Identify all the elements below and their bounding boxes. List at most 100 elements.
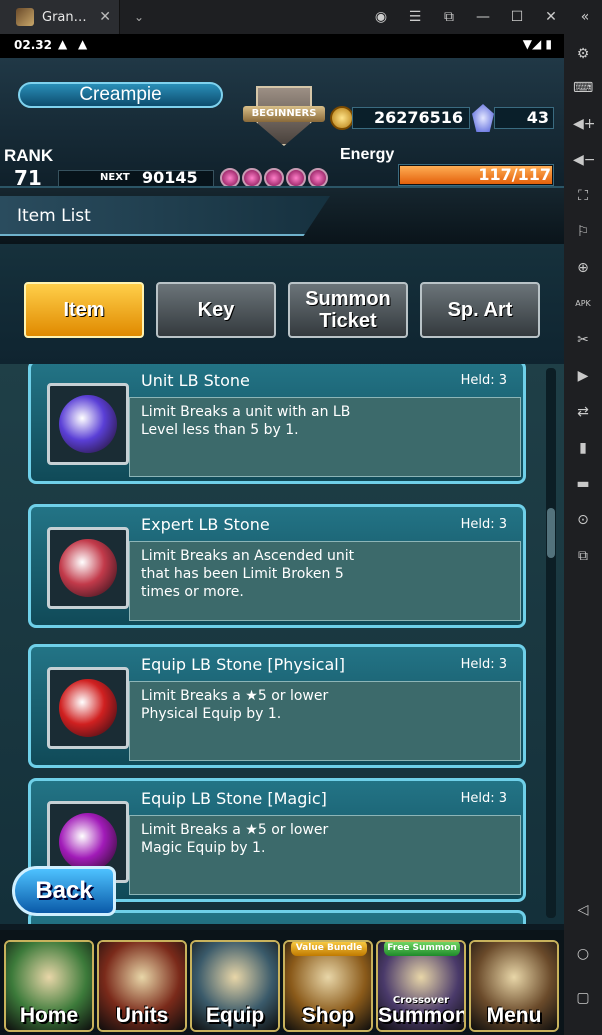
item-list-header: Item List	[0, 186, 564, 244]
tab-item-label: Item	[63, 299, 105, 321]
emulator-sidebar: ⚙ ⌨ ◀+ ◀− ⛶ ⚐ ⊕ APK ✂ ▶ ⇄ ▮ ▬ ⊙ ⧉ ◁ ○ ▢	[564, 34, 602, 1035]
tab-key[interactable]: Key	[156, 282, 276, 338]
nav-equip-button[interactable]: Equip	[190, 940, 280, 1032]
apk-icon[interactable]: APK	[573, 294, 593, 314]
orb-icon	[286, 168, 306, 188]
nav-units-button[interactable]: Units	[97, 940, 187, 1032]
signal-battery-icon: ▼◢ ▮	[522, 37, 552, 51]
maximize-icon[interactable]: ☐	[500, 9, 534, 25]
orb-icon	[242, 168, 262, 188]
tab-summon-ticket[interactable]: Summon Ticket	[288, 282, 408, 338]
item-held-count: Held: 3	[460, 373, 507, 388]
volume-down-icon[interactable]: ◀−	[573, 150, 596, 170]
keyboard-icon[interactable]: ⌨	[573, 78, 593, 98]
scrollbar[interactable]	[546, 368, 556, 918]
item-name: Expert LB Stone	[141, 515, 270, 534]
item-card[interactable]: Equip LB Stone [Physical] Held: 3 Limit …	[28, 644, 526, 768]
item-description: Limit Breaks an Ascended unit that has b…	[141, 548, 355, 600]
rank-label: RANK	[4, 146, 54, 165]
player-header: Creampie BEGINNERS 26276516 43 RANK 71 N…	[0, 58, 564, 198]
orb-icon	[264, 168, 284, 188]
item-card[interactable]: Unit LB Stone Held: 3 Limit Breaks a uni…	[28, 364, 526, 484]
tab-key-label: Key	[197, 299, 235, 321]
item-description: Limit Breaks a unit with an LB Level les…	[141, 404, 351, 438]
collapse-sidebar-icon[interactable]: «	[568, 9, 602, 25]
item-list[interactable]: Unit LB Stone Held: 3 Limit Breaks a uni…	[0, 364, 564, 924]
nav-menu-button[interactable]: Menu	[469, 940, 559, 1032]
location-icon[interactable]: ⚐	[573, 222, 593, 242]
next-exp-value: 90145	[142, 168, 198, 187]
item-name: Equip LB Stone [Physical]	[141, 655, 345, 674]
item-name: Equip LB Stone [Defense]	[141, 921, 346, 924]
sync-icon[interactable]: ⇄	[573, 402, 593, 422]
close-icon[interactable]: ✕	[534, 9, 568, 25]
nav-shop-button[interactable]: Value Bundle Shop	[283, 940, 373, 1032]
tab-sp-art-label: Sp. Art	[447, 299, 513, 321]
scrollbar-thumb[interactable]	[547, 508, 555, 558]
settings-icon[interactable]: ⚙	[573, 44, 593, 64]
add-window-icon[interactable]: ⊕	[573, 258, 593, 278]
nav-home-button[interactable]: Home	[4, 940, 94, 1032]
nav-tag: Free Summon	[384, 942, 460, 956]
status-time: 02.32	[14, 38, 52, 52]
nav-tag: Value Bundle	[291, 942, 367, 956]
warning-icon: ▲	[58, 37, 68, 51]
player-name: Creampie	[18, 82, 223, 108]
tab-item[interactable]: Item	[24, 282, 144, 338]
window-controls: ◉ ☰ ⧉ — ☐ ✕ «	[364, 0, 602, 34]
bottom-navigation: Home Units Equip Value Bundle Shop Free …	[0, 930, 564, 1035]
recents-nav-icon[interactable]: ▢	[573, 988, 593, 1008]
badge-text: BEGINNERS	[243, 106, 325, 122]
gem-icon	[472, 104, 494, 132]
gem-amount: 43	[494, 107, 554, 129]
tab-close-icon[interactable]: ✕	[99, 9, 111, 25]
unit-lb-stone-icon	[47, 383, 129, 465]
equip-lb-stone-physical-icon	[47, 667, 129, 749]
nav-label: Shop	[301, 1004, 355, 1027]
folder-icon[interactable]: ▬	[573, 474, 593, 494]
expert-lb-stone-icon	[47, 527, 129, 609]
nav-label: Menu	[486, 1004, 542, 1027]
shake-icon[interactable]: ▮	[573, 438, 593, 458]
volume-up-icon[interactable]: ◀+	[573, 114, 596, 134]
tab-summon-ticket-label: Summon Ticket	[305, 288, 391, 332]
nav-label: Summon	[378, 1004, 466, 1027]
back-button[interactable]: Back	[12, 866, 116, 916]
page-title: Item List	[0, 196, 330, 236]
game-screen: 02.32 ▲ ▲ ▼◢ ▮ Creampie BEGINNERS 262765…	[0, 34, 564, 1035]
fullscreen-icon[interactable]: ⛶	[573, 186, 593, 206]
gps-icon[interactable]: ⊙	[573, 510, 593, 530]
category-tabs: Item Key Summon Ticket Sp. Art	[0, 244, 564, 364]
nav-summon-button[interactable]: Free Summon Crossover Summon	[376, 940, 466, 1032]
record-icon[interactable]: ▶	[573, 366, 593, 386]
scissors-icon[interactable]: ✂	[573, 330, 593, 350]
next-label: NEXT	[100, 172, 130, 183]
back-nav-icon[interactable]: ◁	[573, 900, 593, 920]
orb-icon	[220, 168, 240, 188]
multi-instance-icon[interactable]: ⧉	[573, 546, 593, 566]
stone-gem-icon	[59, 395, 117, 453]
item-held-count: Held: 3	[460, 517, 507, 532]
nav-label: Equip	[205, 1004, 265, 1027]
popout-icon[interactable]: ⧉	[432, 9, 466, 25]
beginners-badge[interactable]: BEGINNERS	[238, 66, 328, 176]
item-card[interactable]: Expert LB Stone Held: 3 Limit Breaks an …	[28, 504, 526, 628]
gold-amount: 26276516	[352, 107, 470, 129]
item-held-count: Held: 3	[460, 657, 507, 672]
chevron-down-icon[interactable]: ⌄	[134, 10, 144, 24]
home-nav-icon[interactable]: ○	[573, 944, 593, 964]
energy-label: Energy	[340, 146, 395, 163]
app-tab[interactable]: Gran… ✕	[0, 0, 120, 34]
item-description: Limit Breaks a ★5 or lower Magic Equip b…	[141, 822, 329, 856]
warning-icon: ▲	[78, 37, 88, 51]
nav-label: Units	[115, 1004, 169, 1027]
energy-bar: 117/117	[398, 164, 554, 186]
minimize-icon[interactable]: —	[466, 9, 500, 25]
account-icon[interactable]: ◉	[364, 9, 398, 25]
item-held-count: Held: 3	[460, 791, 507, 806]
tab-sp-art[interactable]: Sp. Art	[420, 282, 540, 338]
gold-coin-icon	[330, 106, 354, 130]
menu-icon[interactable]: ☰	[398, 9, 432, 25]
nav-label: Home	[19, 1004, 79, 1027]
energy-value: 117/117	[478, 165, 551, 184]
